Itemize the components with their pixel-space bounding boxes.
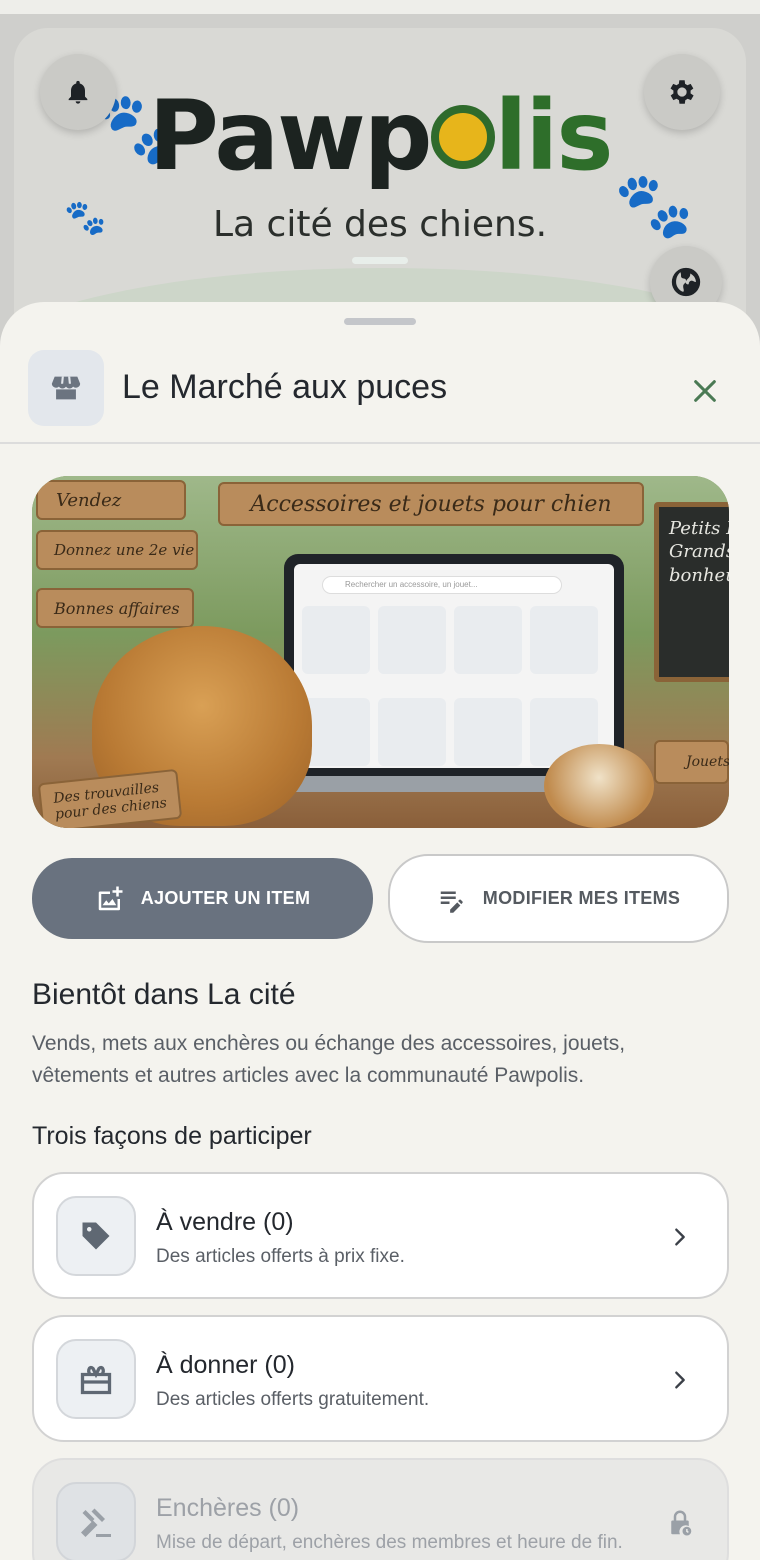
coming-soon-title: Bientôt dans La cité: [32, 978, 296, 1011]
sheet-header: Le Marché aux puces: [0, 348, 760, 444]
option-to-give[interactable]: À donner (0) Des articles offerts gratui…: [32, 1315, 729, 1442]
hero-banner: Accessoires et jouets pour chien: [218, 482, 644, 526]
option-auctions: Enchères (0) Mise de départ, enchères de…: [32, 1458, 729, 1560]
option-subtitle: Des articles offerts gratuitement.: [156, 1389, 430, 1410]
brand-logo-text-end: lis: [494, 80, 614, 192]
globe-icon: [671, 267, 701, 297]
hero-product-tile: [454, 698, 522, 766]
sheet-title: Le Marché aux puces: [122, 368, 448, 406]
option-icon-box: [56, 1196, 136, 1276]
hero-sign-donate: Donnez une 2e vie: [36, 530, 198, 570]
hero-product-tile: [530, 606, 598, 674]
store-badge: [28, 350, 104, 426]
hero-product-tile: [454, 606, 522, 674]
hero-plush-toy: [544, 744, 654, 828]
hero-sign-deals: Bonnes affaires: [36, 588, 194, 628]
paw-logo-icon: [430, 104, 495, 169]
option-title: Enchères (0): [156, 1494, 300, 1522]
coming-soon-description: Vends, mets aux enchères ou échange des …: [32, 1032, 626, 1087]
close-button[interactable]: [682, 368, 728, 414]
marketplace-hero-image: Accessoires et jouets pour chien Vendez …: [32, 476, 729, 828]
sheet-drag-handle[interactable]: [344, 318, 416, 325]
tagline: La cité des chiens.: [212, 204, 548, 245]
brand-logo-text-start: Pawp: [148, 80, 433, 192]
tag-icon: [82, 1222, 110, 1250]
gift-icon: [80, 1365, 112, 1395]
close-icon: [694, 380, 716, 402]
hero-searchbar: Rechercher un accessoire, un jouet...: [322, 576, 562, 594]
option-title: À vendre (0): [156, 1208, 294, 1236]
hero-product-tile: [378, 698, 446, 766]
storefront-icon: [51, 376, 81, 400]
option-subtitle: Mise de départ, enchères des membres et …: [156, 1532, 623, 1553]
chevron-right-icon: [663, 1220, 697, 1254]
hero-chalkboard: Petits P Grands bonheur: [654, 502, 729, 682]
lock-icon: [663, 1506, 697, 1540]
add-item-button[interactable]: AJOUTER UN ITEM: [32, 858, 373, 939]
edit-items-button[interactable]: MODIFIER MES ITEMS: [388, 854, 729, 943]
status-strip: [0, 0, 760, 14]
ways-title: Trois façons de participer: [32, 1122, 312, 1150]
hero-crate-label: Jouets: [654, 740, 729, 784]
edit-list-icon: [440, 891, 463, 913]
option-icon-box: [56, 1339, 136, 1419]
brand-logo: Pawp lis: [0, 88, 760, 184]
option-icon-box: [56, 1482, 136, 1560]
header-handle: [352, 257, 408, 264]
add-photo-icon: [98, 886, 123, 910]
chevron-right-icon: [663, 1363, 697, 1397]
gavel-icon: [81, 1508, 111, 1537]
option-for-sale[interactable]: À vendre (0) Des articles offerts à prix…: [32, 1172, 729, 1299]
hero-product-tile: [302, 698, 370, 766]
hero-product-tile: [378, 606, 446, 674]
add-item-label: AJOUTER UN ITEM: [140, 888, 311, 908]
hero-product-tile: [302, 606, 370, 674]
hero-sign-sell: Vendez: [36, 480, 186, 520]
option-subtitle: Des articles offerts à prix fixe.: [156, 1246, 405, 1267]
option-title: À donner (0): [156, 1351, 295, 1379]
edit-items-label: MODIFIER MES ITEMS: [482, 888, 681, 908]
marketplace-sheet: Le Marché aux puces Accessoires et jouet…: [0, 302, 760, 1560]
